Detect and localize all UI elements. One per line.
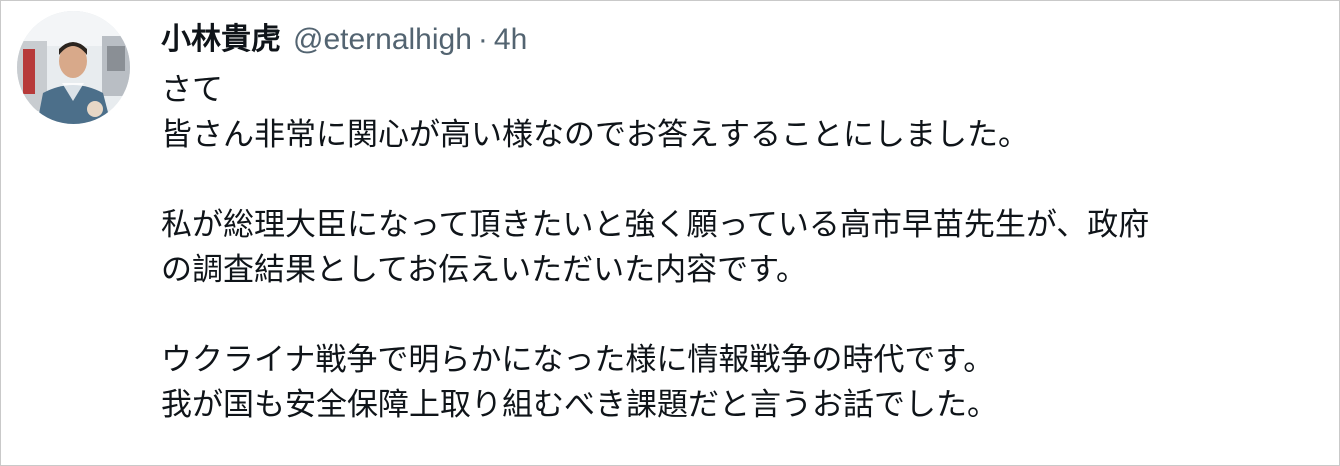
profile-photo-icon <box>17 11 130 124</box>
tweet-line: さて <box>161 72 223 108</box>
tweet-line: 我が国も安全保障上取り組むべき課題だと言うお話でした。 <box>161 387 998 423</box>
tweet-content: 小林貴虎 @eternalhigh · 4h さて 皆さん非常に関心が高い様なの… <box>161 15 1321 428</box>
tweet-header: 小林貴虎 @eternalhigh · 4h <box>161 15 1321 65</box>
tweet-line: ウクライナ戦争で明らかになった様に情報戦争の時代です。 <box>161 342 995 378</box>
tweet-timestamp[interactable]: 4h <box>494 15 527 65</box>
tweet-text: さて 皆さん非常に関心が高い様なのでお答えすることにしました。 私が総理大臣にな… <box>161 68 1321 428</box>
tweet-line: の調査結果としてお伝えいただいた内容です。 <box>161 252 808 288</box>
tweet-line <box>161 158 1321 203</box>
author-handle[interactable]: @eternalhigh <box>293 15 472 65</box>
tweet-card[interactable]: 小林貴虎 @eternalhigh · 4h さて 皆さん非常に関心が高い様なの… <box>0 0 1340 466</box>
tweet-line: 皆さん非常に関心が高い様なのでお答えすることにしました。 <box>161 117 1029 153</box>
tweet-line: 私が総理大臣になって頂きたいと強く願っている高市早苗先生が、政府 <box>161 207 1150 243</box>
tweet-line <box>161 293 1321 338</box>
separator-dot: · <box>477 23 488 56</box>
author-name[interactable]: 小林貴虎 <box>161 15 281 65</box>
avatar[interactable] <box>17 11 130 124</box>
